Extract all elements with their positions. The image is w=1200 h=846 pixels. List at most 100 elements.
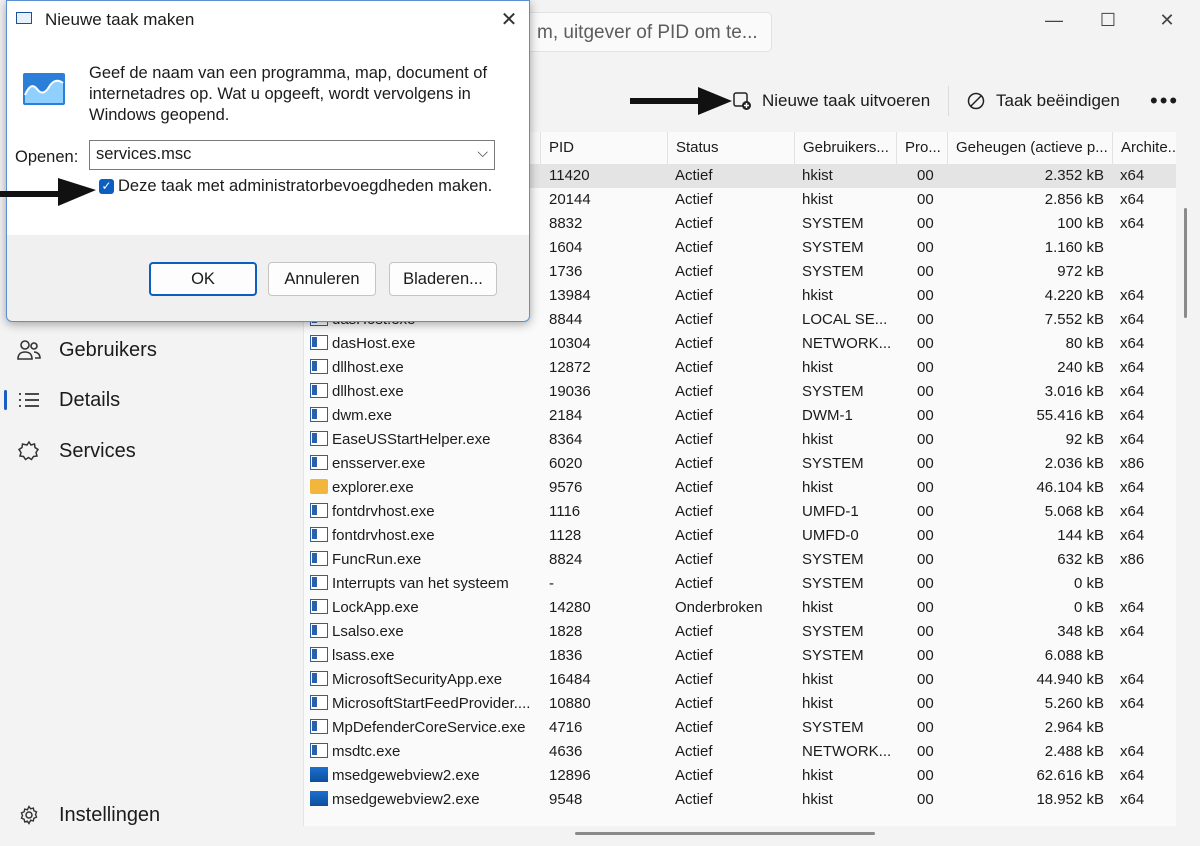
table-row[interactable]: MpDefenderCoreService.exe 4716 Actief SYSTE… bbox=[304, 716, 1176, 740]
table-row[interactable]: msedgewebview2.exe 12896 Actief hkist 00 62.6… bbox=[304, 764, 1176, 788]
process-name: dasHost.exe bbox=[332, 335, 416, 352]
table-row[interactable]: LockApp.exe 14280 Onderbroken hkist 00 0 kB x6… bbox=[304, 596, 1176, 620]
table-row[interactable]: dwm.exe 2184 Actief DWM-1 00 55.416 kB x64 bbox=[304, 404, 1176, 428]
cell-user: hkist bbox=[802, 479, 833, 496]
cell-user: SYSTEM bbox=[802, 383, 864, 400]
cell-mem: 4.220 kB bbox=[1044, 287, 1104, 304]
cell-name: dwm.exe bbox=[310, 404, 540, 428]
table-row[interactable]: MicrosoftStartFeedProvider.... 10880 Actie… bbox=[304, 692, 1176, 716]
app-icon bbox=[310, 695, 328, 710]
table-row[interactable]: fontdrvhost.exe 1116 Actief UMFD-1 00 5.068 k… bbox=[304, 500, 1176, 524]
cell-pid: 11420 bbox=[549, 167, 590, 184]
sidebar-item-users[interactable]: Gebruikers bbox=[0, 328, 300, 372]
table-row[interactable]: msedgewebview2.exe 9548 Actief hkist 00 18.95… bbox=[304, 788, 1176, 812]
horizontal-scrollbar[interactable] bbox=[575, 832, 875, 835]
edge-icon bbox=[310, 767, 328, 782]
cell-status: Actief bbox=[675, 719, 713, 736]
app-icon bbox=[310, 527, 328, 542]
cell-prio: 00 bbox=[917, 239, 934, 256]
maximize-button[interactable]: ☐ bbox=[1094, 6, 1122, 34]
cell-pid: 8844 bbox=[549, 311, 583, 328]
table-row[interactable]: explorer.exe 9576 Actief hkist 00 46.104 kB x6… bbox=[304, 476, 1176, 500]
cell-pid: 4636 bbox=[549, 743, 583, 760]
browse-button[interactable]: Bladeren... bbox=[389, 262, 497, 296]
process-name: fontdrvhost.exe bbox=[332, 503, 435, 520]
run-icon bbox=[16, 12, 32, 24]
search-input[interactable]: m, uitgever of PID om te... bbox=[520, 12, 772, 52]
cancel-button[interactable]: Annuleren bbox=[268, 262, 376, 296]
cell-arch bbox=[1120, 716, 1170, 740]
cell-user: hkist bbox=[802, 767, 833, 784]
cell-prio: 00 bbox=[917, 431, 934, 448]
cell-status: Actief bbox=[675, 359, 713, 376]
table-row[interactable]: dllhost.exe 12872 Actief hkist 00 240 kB x64 bbox=[304, 356, 1176, 380]
cell-name: MicrosoftSecurityApp.exe bbox=[310, 668, 540, 692]
app-icon bbox=[310, 647, 328, 662]
cell-prio: 00 bbox=[917, 695, 934, 712]
cell-name: ensserver.exe bbox=[310, 452, 540, 476]
table-row[interactable]: ensserver.exe 6020 Actief SYSTEM 00 2.036 kB x… bbox=[304, 452, 1176, 476]
cell-name: dllhost.exe bbox=[310, 380, 540, 404]
table-row[interactable]: Interrupts van het systeem - Actief SYSTEM 0… bbox=[304, 572, 1176, 596]
cell-status: Actief bbox=[675, 263, 713, 280]
ok-button[interactable]: OK bbox=[149, 262, 257, 296]
close-window-button[interactable]: ✕ bbox=[1153, 6, 1181, 34]
cell-pid: 10304 bbox=[549, 335, 591, 352]
table-row[interactable]: msdtc.exe 4636 Actief NETWORK... 00 2.488 kB x… bbox=[304, 740, 1176, 764]
gear-icon bbox=[16, 802, 42, 828]
column-header-pid[interactable]: PID bbox=[540, 132, 668, 164]
open-input[interactable]: services.msc ⌵ bbox=[89, 140, 495, 170]
table-row[interactable]: FuncRun.exe 8824 Actief SYSTEM 00 632 kB x86 bbox=[304, 548, 1176, 572]
column-header-user[interactable]: Gebruikers... bbox=[794, 132, 897, 164]
cell-prio: 00 bbox=[917, 167, 934, 184]
table-row[interactable]: EaseUSStartHelper.exe 8364 Actief hkist 00 92… bbox=[304, 428, 1176, 452]
table-row[interactable]: dasHost.exe 10304 Actief NETWORK... 00 80 kB x… bbox=[304, 332, 1176, 356]
dialog-description: Geef de naam van een programma, map, doc… bbox=[89, 64, 488, 124]
cell-prio: 00 bbox=[917, 455, 934, 472]
column-header-priority[interactable]: Pro... bbox=[896, 132, 948, 164]
table-row[interactable]: Lsalso.exe 1828 Actief SYSTEM 00 348 kB x64 bbox=[304, 620, 1176, 644]
cell-prio: 00 bbox=[917, 551, 934, 568]
table-row[interactable]: dllhost.exe 19036 Actief SYSTEM 00 3.016 kB x6… bbox=[304, 380, 1176, 404]
arrow-annotation-icon bbox=[630, 87, 732, 115]
cell-mem: 55.416 kB bbox=[1036, 407, 1104, 424]
cell-prio: 00 bbox=[917, 215, 934, 232]
app-icon bbox=[310, 743, 328, 758]
table-row[interactable]: fontdrvhost.exe 1128 Actief UMFD-0 00 144 kB x… bbox=[304, 524, 1176, 548]
more-options-button[interactable]: ••• bbox=[1150, 76, 1179, 126]
admin-checkbox-label[interactable]: Deze taak met administratorbevoegdheden … bbox=[118, 177, 492, 196]
app-icon bbox=[310, 503, 328, 518]
chevron-down-icon[interactable]: ⌵ bbox=[477, 144, 488, 161]
process-name: msedgewebview2.exe bbox=[332, 791, 480, 808]
table-row[interactable]: MicrosoftSecurityApp.exe 16484 Actief hkist… bbox=[304, 668, 1176, 692]
cell-arch: x64 bbox=[1120, 527, 1145, 544]
cell-mem: 240 kB bbox=[1057, 359, 1104, 376]
dialog-close-button[interactable]: ✕ bbox=[495, 6, 523, 34]
run-new-task-button[interactable]: Nieuwe taak uitvoeren bbox=[732, 76, 930, 126]
cell-arch: x86 bbox=[1120, 455, 1145, 472]
services-icon bbox=[16, 438, 42, 464]
column-header-architecture[interactable]: Archite... bbox=[1112, 132, 1176, 164]
cell-arch: x64 bbox=[1120, 191, 1145, 208]
cell-name: fontdrvhost.exe bbox=[310, 524, 540, 548]
app-icon bbox=[310, 383, 328, 398]
cell-pid: 4716 bbox=[549, 719, 583, 736]
admin-checkbox[interactable]: ✓ bbox=[99, 179, 114, 194]
vertical-scrollbar[interactable] bbox=[1184, 208, 1187, 318]
column-header-status[interactable]: Status bbox=[667, 132, 795, 164]
dialog-titlebar[interactable]: Nieuwe taak maken ✕ bbox=[7, 1, 529, 39]
column-header-memory[interactable]: Geheugen (actieve p... bbox=[947, 132, 1113, 164]
cell-user: hkist bbox=[802, 167, 833, 184]
cell-pid: 9548 bbox=[549, 791, 583, 808]
cell-mem: 2.352 kB bbox=[1044, 167, 1104, 184]
table-row[interactable]: lsass.exe 1836 Actief SYSTEM 00 6.088 kB bbox=[304, 644, 1176, 668]
cell-pid: 10880 bbox=[549, 695, 591, 712]
sidebar-item-settings[interactable]: Instellingen bbox=[0, 793, 300, 837]
end-task-button[interactable]: Taak beëindigen bbox=[966, 76, 1120, 126]
cell-user: SYSTEM bbox=[802, 647, 864, 664]
cell-status: Actief bbox=[675, 335, 713, 352]
sidebar-item-details[interactable]: Details bbox=[0, 378, 300, 422]
minimize-button[interactable]: — bbox=[1040, 6, 1068, 34]
arrow-annotation-icon bbox=[0, 178, 96, 206]
sidebar-item-services[interactable]: Services bbox=[0, 429, 300, 473]
